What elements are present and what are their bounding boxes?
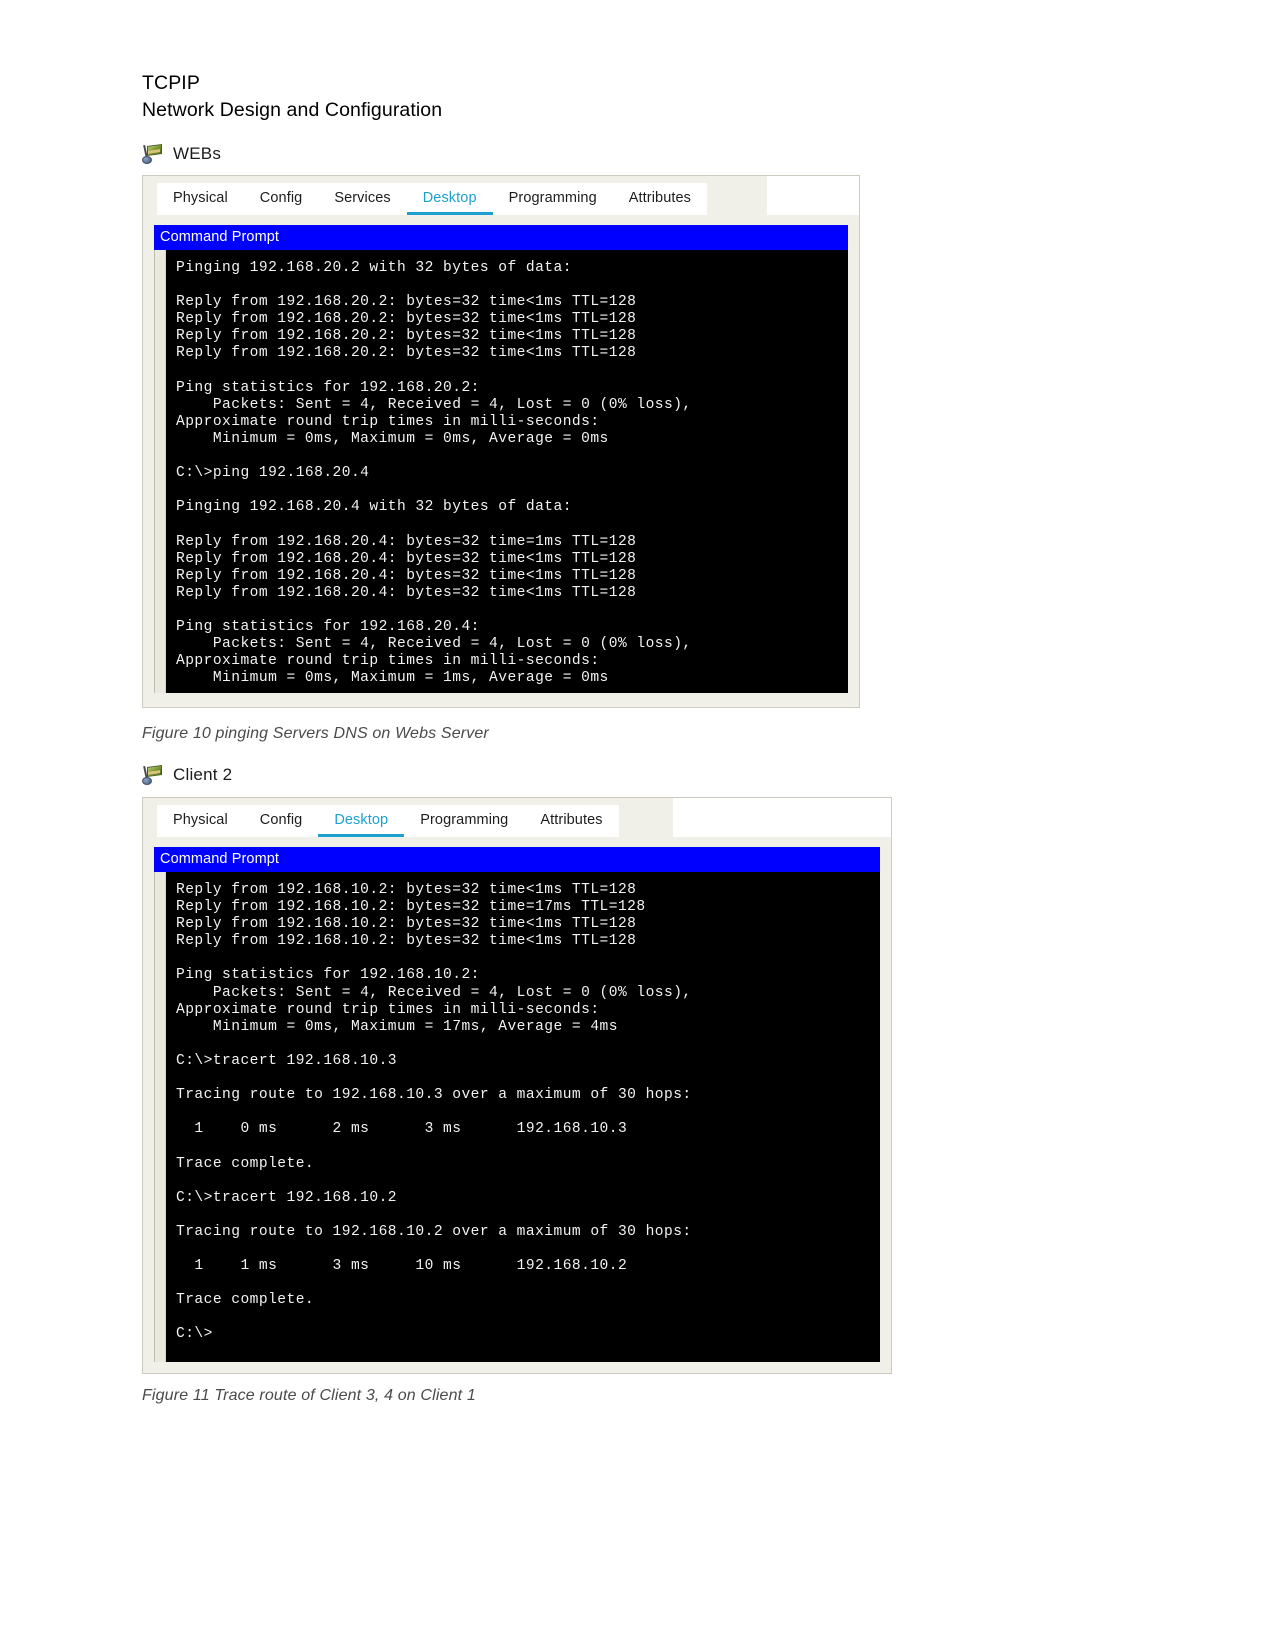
tab-programming[interactable]: Programming	[404, 805, 525, 837]
device-label-text: Client 2	[173, 765, 233, 784]
terminal-screen-wrap[interactable]: Pinging 192.168.20.2 with 32 bytes of da…	[166, 250, 848, 693]
device-label-client2: Client 2	[142, 764, 233, 785]
terminal-output[interactable]: Reply from 192.168.10.2: bytes=32 time<1…	[166, 872, 880, 1350]
terminal-screen-wrap[interactable]: Reply from 192.168.10.2: bytes=32 time<1…	[166, 872, 880, 1362]
tab-list-client2: Physical Config Desktop Programming Attr…	[143, 798, 673, 837]
tab-physical[interactable]: Physical	[157, 805, 244, 837]
device-label-text: WEBs	[173, 144, 222, 163]
command-prompt-titlebar: Command Prompt	[154, 847, 880, 872]
tab-list-webs: Physical Config Services Desktop Program…	[143, 176, 767, 215]
packet-tracer-device-icon	[142, 764, 164, 785]
command-prompt-titlebar: Command Prompt	[154, 225, 848, 250]
tabstrip-client2: Physical Config Desktop Programming Attr…	[143, 798, 891, 837]
terminal-output[interactable]: Pinging 192.168.20.2 with 32 bytes of da…	[166, 250, 848, 693]
command-prompt-panel: Pinging 192.168.20.2 with 32 bytes of da…	[154, 250, 848, 693]
command-prompt-panel: Reply from 192.168.10.2: bytes=32 time<1…	[154, 872, 880, 1362]
tab-config[interactable]: Config	[243, 183, 319, 215]
tab-attributes[interactable]: Attributes	[612, 183, 708, 215]
packet-tracer-window-client2: Physical Config Desktop Programming Attr…	[142, 797, 892, 1374]
device-label-webs: WEBs	[142, 143, 222, 164]
figure-caption-10: Figure 10 pinging Servers DNS on Webs Se…	[142, 725, 489, 742]
panel-gutter	[155, 872, 166, 1362]
window-body-webs: Command Prompt Pinging 192.168.20.2 with…	[143, 215, 859, 693]
page-title-line-2: Network Design and Configuration	[142, 99, 443, 121]
tab-desktop[interactable]: Desktop	[318, 805, 405, 837]
tab-attributes[interactable]: Attributes	[524, 805, 619, 837]
tab-programming[interactable]: Programming	[492, 183, 613, 215]
packet-tracer-window-webs: Physical Config Services Desktop Program…	[142, 175, 860, 708]
page-title-line-1: TCPIP	[142, 72, 200, 94]
panel-gutter	[155, 250, 166, 693]
tab-config[interactable]: Config	[243, 805, 319, 837]
tabstrip-webs: Physical Config Services Desktop Program…	[143, 176, 859, 215]
packet-tracer-device-icon	[142, 143, 164, 164]
window-body-client2: Command Prompt Reply from 192.168.10.2: …	[143, 837, 891, 1362]
page-title: TCPIP Network Design and Configuration	[142, 70, 1042, 124]
figure-caption-11: Figure 11 Trace route of Client 3, 4 on …	[142, 1387, 476, 1404]
document-page: TCPIP Network Design and Configuration W…	[0, 0, 1275, 1650]
tab-physical[interactable]: Physical	[157, 183, 244, 215]
tab-services[interactable]: Services	[318, 183, 407, 215]
tab-desktop[interactable]: Desktop	[406, 183, 493, 215]
